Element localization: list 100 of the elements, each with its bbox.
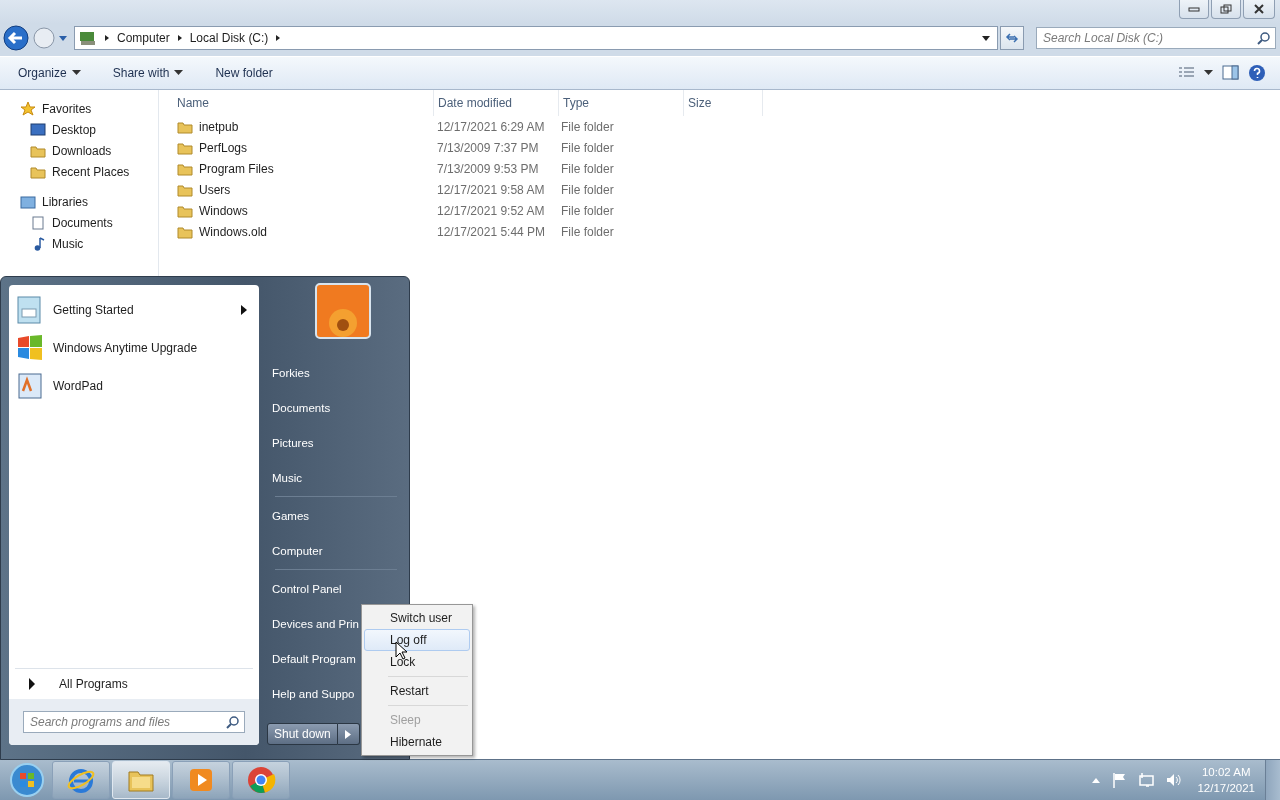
wordpad-icon bbox=[15, 371, 45, 401]
close-icon bbox=[1253, 4, 1265, 14]
sidebar-item[interactable]: Music bbox=[0, 233, 158, 254]
computer-icon bbox=[79, 30, 97, 46]
star-icon bbox=[20, 100, 36, 117]
search-field[interactable]: Search programs and files bbox=[23, 711, 245, 733]
start-menu-link[interactable]: Pictures bbox=[267, 425, 314, 460]
start-menu-link[interactable]: Music bbox=[267, 460, 303, 495]
toolbar-button[interactable]: Organize bbox=[10, 62, 89, 84]
back-button[interactable] bbox=[2, 24, 30, 52]
desktop-icon bbox=[30, 122, 46, 137]
chrome-icon bbox=[246, 765, 276, 795]
flag-icon bbox=[15, 333, 45, 363]
folder-icon bbox=[30, 143, 46, 158]
date-cell-text: 7/13/2009 9:53 PM bbox=[436, 161, 540, 176]
type-cell-text: File folder bbox=[560, 161, 615, 176]
date-cell-text: 12/17/2021 6:29 AM bbox=[436, 119, 546, 134]
file-name[interactable]: PerfLogs bbox=[199, 140, 248, 155]
sidebar-heading[interactable]: Favorites bbox=[0, 98, 158, 119]
folder-icon bbox=[177, 161, 193, 176]
shut-down-button[interactable]: Shut down bbox=[267, 723, 338, 745]
help-icon[interactable] bbox=[1248, 64, 1266, 82]
type-cell-text: File folder bbox=[560, 182, 615, 197]
show-hidden-icons-icon[interactable] bbox=[1091, 776, 1102, 784]
start-menu-link[interactable]: Computer bbox=[267, 533, 323, 568]
taskbar-button[interactable] bbox=[172, 761, 230, 799]
address-bar[interactable]: Computer Local Disk (C:) bbox=[74, 26, 998, 50]
document-icon bbox=[30, 215, 46, 230]
menu-item[interactable]: Log off bbox=[364, 629, 470, 651]
start-menu-link[interactable]: Documents bbox=[267, 390, 331, 425]
menu-item[interactable]: Restart bbox=[364, 680, 470, 702]
preview-pane-icon[interactable] bbox=[1222, 65, 1240, 81]
program-item[interactable]: WordPad bbox=[9, 367, 259, 405]
toolbar-button[interactable]: New folder bbox=[207, 62, 281, 84]
speaker-icon[interactable] bbox=[1165, 772, 1184, 788]
search-field[interactable]: Search Local Disk (C:) bbox=[1036, 27, 1276, 49]
start-menu-link[interactable]: Control Panel bbox=[267, 571, 342, 606]
sidebar-heading[interactable]: Libraries bbox=[0, 191, 158, 212]
column-header[interactable]: Size bbox=[684, 90, 763, 116]
shut-down-options-button[interactable] bbox=[337, 723, 360, 745]
folder-icon bbox=[177, 119, 193, 134]
folder-icon bbox=[177, 203, 193, 218]
column-header[interactable]: Date modified bbox=[434, 90, 559, 116]
menu-item[interactable]: Switch user bbox=[364, 607, 470, 629]
refresh-icon bbox=[1005, 32, 1019, 44]
date-cell-text: 12/17/2021 9:58 AM bbox=[436, 182, 546, 197]
chevron-icon bbox=[103, 34, 111, 42]
chevron-icon bbox=[175, 34, 184, 42]
restore-icon bbox=[1220, 4, 1232, 14]
breadcrumb[interactable]: Computer bbox=[117, 31, 170, 45]
start-menu-link[interactable]: Forkies bbox=[267, 355, 310, 390]
folder-icon bbox=[177, 182, 193, 197]
restore-button[interactable] bbox=[1211, 0, 1241, 19]
search-icon bbox=[226, 715, 240, 729]
folder-icon bbox=[177, 224, 193, 239]
column-header[interactable]: Name bbox=[173, 90, 434, 116]
type-cell-text: File folder bbox=[560, 224, 615, 239]
folder-icon bbox=[30, 164, 46, 179]
start-menu-link[interactable]: Help and Suppo bbox=[267, 676, 355, 711]
network-icon[interactable] bbox=[1137, 772, 1156, 788]
type-cell-text: File folder bbox=[560, 119, 615, 134]
toolbar-button[interactable]: Share with bbox=[104, 62, 192, 84]
taskbar-button[interactable] bbox=[232, 761, 290, 799]
arrow-icon bbox=[29, 678, 35, 690]
sidebar-item[interactable]: Desktop bbox=[0, 119, 158, 140]
start-menu-link[interactable]: Games bbox=[267, 498, 310, 533]
minimize-icon bbox=[1188, 5, 1200, 13]
folder-icon bbox=[177, 140, 193, 155]
show-desktop-button[interactable] bbox=[1265, 760, 1280, 800]
menu-item[interactable]: Hibernate bbox=[364, 731, 470, 753]
sidebar-item[interactable]: Downloads bbox=[0, 140, 158, 161]
dropdown-icon[interactable] bbox=[981, 34, 991, 42]
date-cell-text: 12/17/2021 5:44 PM bbox=[436, 224, 547, 239]
file-name[interactable]: Windows.old bbox=[199, 224, 268, 239]
flag-icon[interactable] bbox=[1111, 772, 1128, 788]
start-menu-link[interactable]: Default Program bbox=[267, 641, 356, 676]
taskbar-button[interactable] bbox=[52, 761, 110, 799]
start-menu-link[interactable]: Devices and Prin bbox=[267, 606, 359, 641]
minimize-button[interactable] bbox=[1179, 0, 1209, 19]
file-name[interactable]: Users bbox=[199, 182, 231, 197]
program-item[interactable]: Getting Started bbox=[9, 291, 259, 329]
date-cell-text: 12/17/2021 9:52 AM bbox=[436, 203, 546, 218]
close-button[interactable] bbox=[1243, 0, 1275, 19]
library-icon bbox=[20, 193, 36, 210]
menu-item[interactable]: Lock bbox=[364, 651, 470, 673]
file-name[interactable]: Program Files bbox=[199, 161, 274, 176]
dropdown-icon[interactable] bbox=[1204, 70, 1214, 76]
refresh-button[interactable] bbox=[1000, 26, 1024, 50]
file-name[interactable]: Windows bbox=[199, 203, 248, 218]
file-name[interactable]: inetpub bbox=[199, 119, 239, 134]
sidebar-item[interactable]: Recent Places bbox=[0, 161, 158, 182]
view-options-icon[interactable] bbox=[1178, 66, 1196, 80]
program-item[interactable]: Windows Anytime Upgrade bbox=[9, 329, 259, 367]
column-header[interactable]: Type bbox=[559, 90, 684, 116]
breadcrumb[interactable]: Local Disk (C:) bbox=[189, 31, 269, 45]
search-icon bbox=[1257, 31, 1271, 45]
sidebar-item[interactable]: Documents bbox=[0, 212, 158, 233]
type-cell-text: File folder bbox=[560, 203, 615, 218]
date-cell-text: 7/13/2009 7:37 PM bbox=[436, 140, 540, 155]
type-cell-text: File folder bbox=[560, 140, 615, 155]
